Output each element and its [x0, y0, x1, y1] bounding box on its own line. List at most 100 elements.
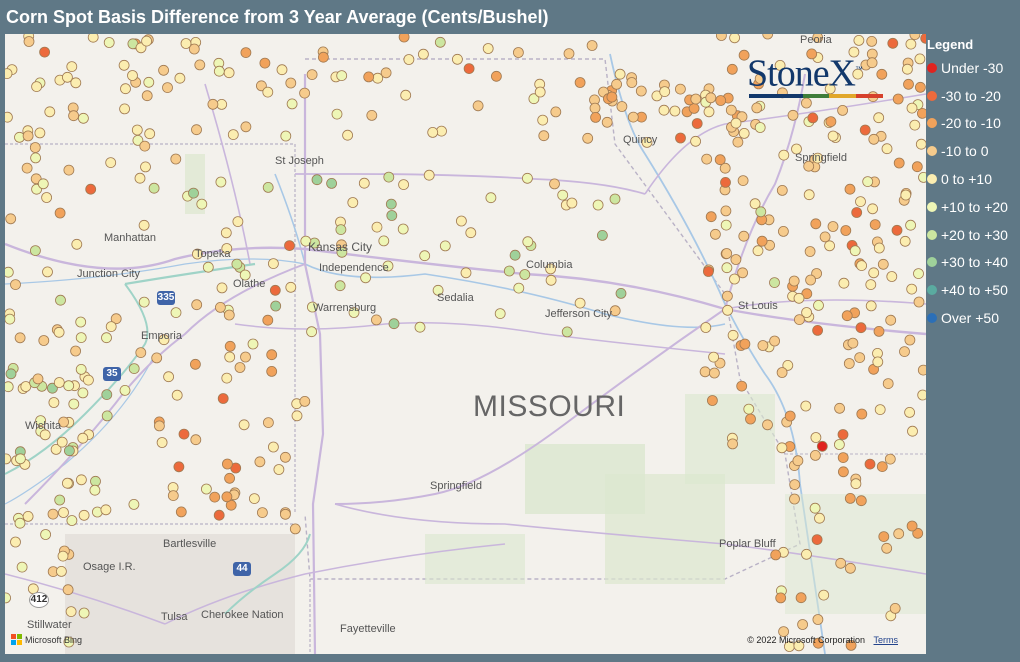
- price-point-marker: [279, 451, 291, 463]
- price-point-marker: [513, 282, 525, 294]
- state-route-shield: 412: [29, 592, 49, 608]
- price-point-marker: [690, 93, 702, 105]
- price-point-marker: [44, 106, 56, 118]
- state-label: MISSOURI: [473, 390, 626, 423]
- price-point-marker: [128, 363, 140, 375]
- price-point-marker: [873, 112, 885, 124]
- price-point-marker: [10, 536, 21, 548]
- price-point-marker: [885, 314, 897, 326]
- price-point-marker: [669, 105, 681, 117]
- price-point-marker: [463, 63, 475, 74]
- legend-item[interactable]: Over +50: [927, 304, 1019, 332]
- price-point-marker: [276, 64, 288, 76]
- price-point-marker: [248, 493, 260, 505]
- place-label: Osage I.R.: [83, 561, 136, 573]
- price-point-marker: [837, 105, 848, 116]
- price-point-marker: [213, 65, 225, 77]
- price-point-marker: [891, 224, 903, 236]
- price-point-marker: [14, 517, 26, 529]
- price-point-marker: [635, 85, 647, 97]
- terms-link[interactable]: Terms: [874, 635, 899, 645]
- legend-item[interactable]: +20 to +30: [927, 221, 1019, 249]
- legend-item[interactable]: +40 to +50: [927, 276, 1019, 304]
- price-point-marker: [220, 227, 232, 239]
- place-label: Tulsa: [161, 611, 188, 623]
- price-point-marker: [247, 338, 259, 350]
- price-point-marker: [451, 53, 463, 65]
- price-point-marker: [778, 225, 789, 237]
- price-point-marker: [5, 368, 17, 380]
- price-point-marker: [708, 351, 719, 363]
- logo-color-bar: [749, 93, 883, 98]
- price-point-marker: [590, 112, 601, 123]
- price-point-marker: [141, 90, 153, 102]
- price-point-marker: [550, 106, 562, 118]
- price-point-marker: [792, 455, 804, 467]
- price-point-marker: [904, 334, 916, 346]
- price-point-marker: [805, 274, 816, 286]
- price-point-marker: [586, 40, 598, 51]
- price-point-marker: [904, 406, 915, 418]
- legend-item[interactable]: 0 to +10: [927, 165, 1019, 193]
- price-point-marker: [191, 299, 203, 311]
- price-point-marker: [855, 322, 867, 334]
- map-copyright: © 2022 Microsoft Corporation Terms: [747, 635, 898, 645]
- price-point-marker: [75, 363, 87, 375]
- price-point-marker: [5, 111, 13, 123]
- price-point-marker: [101, 389, 113, 401]
- price-point-marker: [788, 275, 800, 287]
- price-point-marker: [196, 198, 208, 210]
- place-label: St Joseph: [275, 155, 324, 167]
- price-point-marker: [866, 36, 878, 47]
- price-point-marker: [78, 112, 89, 124]
- legend-item[interactable]: -20 to -10: [927, 110, 1019, 138]
- price-point-marker: [398, 34, 410, 43]
- price-point-marker: [380, 67, 392, 79]
- price-point-marker: [360, 272, 372, 284]
- price-point-marker: [472, 100, 484, 112]
- basis-map[interactable]: Peoria Quincy Springfield St Joseph Manh…: [5, 34, 926, 654]
- price-point-marker: [819, 231, 831, 243]
- price-point-marker: [54, 207, 66, 219]
- legend-label: +40 to +50: [941, 282, 1008, 299]
- place-label: Sedalia: [437, 292, 474, 304]
- price-point-marker: [756, 235, 768, 247]
- legend-item[interactable]: +30 to +40: [927, 249, 1019, 277]
- price-point-marker: [227, 129, 239, 140]
- price-point-marker: [865, 300, 877, 312]
- price-point-marker: [789, 493, 800, 505]
- price-point-marker: [549, 178, 560, 190]
- price-point-marker: [816, 440, 828, 452]
- price-point-marker: [68, 110, 79, 122]
- price-point-marker: [400, 89, 412, 101]
- price-point-marker: [417, 48, 429, 60]
- price-point-marker: [720, 205, 732, 217]
- price-point-marker: [856, 260, 867, 272]
- legend-item[interactable]: Under -30: [927, 54, 1019, 82]
- price-point-marker: [700, 322, 712, 333]
- price-point-marker: [270, 300, 282, 312]
- price-point-marker: [762, 34, 774, 40]
- interstate-shield: 44: [233, 562, 251, 576]
- place-label: Topeka: [195, 248, 231, 260]
- interstate-shield: 335: [157, 291, 175, 305]
- price-point-marker: [601, 116, 613, 128]
- price-point-marker: [5, 453, 12, 465]
- place-label: Peoria: [800, 34, 832, 46]
- legend-item[interactable]: +10 to +20: [927, 193, 1019, 221]
- legend-item[interactable]: -10 to 0: [927, 137, 1019, 165]
- price-point-marker: [87, 34, 99, 43]
- price-point-marker: [725, 104, 737, 116]
- price-point-marker: [57, 550, 69, 562]
- legend-swatch-icon: [927, 229, 937, 240]
- price-point-marker: [893, 528, 905, 540]
- price-point-marker: [872, 356, 884, 368]
- price-point-marker: [614, 68, 626, 80]
- price-point-marker: [886, 271, 898, 282]
- price-point-marker: [68, 398, 80, 410]
- legend-item[interactable]: -30 to -20: [927, 82, 1019, 110]
- price-point-marker: [482, 43, 494, 54]
- price-point-marker: [262, 86, 274, 98]
- price-point-marker: [189, 358, 201, 370]
- price-point-marker: [119, 384, 131, 396]
